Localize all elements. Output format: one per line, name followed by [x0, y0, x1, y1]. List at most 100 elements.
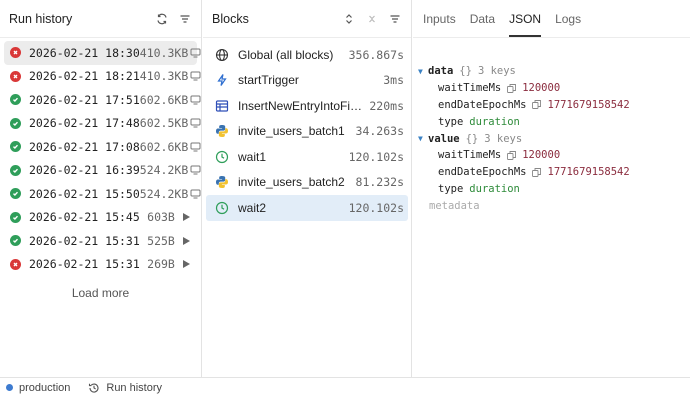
tab-data[interactable]: Data	[470, 12, 495, 37]
block-item[interactable]: startTrigger 3ms	[206, 68, 408, 94]
data-object-row[interactable]: ▼ data {} 3 keys	[418, 63, 690, 80]
tab-inputs[interactable]: Inputs	[423, 12, 456, 37]
history-row[interactable]: 2026-02-21 17:51 602.6KB	[4, 88, 201, 112]
json-key-count: 3 keys	[477, 65, 516, 78]
history-size: 602.5KB	[139, 116, 189, 131]
sort-icon[interactable]	[342, 12, 356, 26]
success-status-icon	[10, 211, 21, 223]
globe-icon	[214, 47, 230, 63]
json-key: value	[428, 132, 460, 145]
block-item[interactable]: Global (all blocks) 356.867s	[206, 42, 408, 68]
json-key-count: 3 keys	[484, 132, 523, 145]
json-field-row: type duration	[418, 113, 690, 130]
environment-dot	[6, 384, 13, 391]
json-value: duration	[469, 182, 520, 195]
history-size: 602.6KB	[139, 139, 189, 154]
run-history-panel: Run history 2026-02-21 18:30 410.3KB 2026-…	[0, 0, 202, 378]
copy-icon[interactable]	[506, 83, 516, 93]
block-item[interactable]: InsertNewEntryIntoFiles... 220ms	[206, 93, 408, 119]
error-status-icon	[10, 258, 21, 270]
monitor-icon[interactable]	[190, 163, 201, 177]
history-row[interactable]: 2026-02-21 17:48 602.5KB	[4, 112, 201, 136]
history-date: 2026-02-21 15:31	[29, 257, 140, 272]
python-icon	[214, 123, 230, 139]
json-key: type	[438, 182, 464, 195]
environment-label[interactable]: production	[19, 382, 70, 394]
history-icon	[88, 382, 100, 394]
history-row[interactable]: 2026-02-21 17:08 602.6KB	[4, 135, 201, 159]
history-row[interactable]: 2026-02-21 15:50 524.2KB	[4, 182, 201, 206]
detail-panel: Inputs Data JSON Logs ▼ data{} 3 keys waitTime…	[413, 0, 690, 378]
block-duration: 34.263s	[355, 124, 404, 139]
run-history-link[interactable]: Run history	[106, 382, 162, 394]
json-value: duration	[469, 115, 520, 128]
block-item[interactable]: invite_users_batch1 34.263s	[206, 119, 408, 145]
blocks-title: Blocks	[212, 11, 249, 26]
play-icon[interactable]	[181, 234, 192, 248]
history-row[interactable]: 2026-02-21 18:21 410.3KB	[4, 65, 201, 89]
monitor-icon[interactable]	[190, 46, 201, 60]
history-row[interactable]: 2026-02-21 15:31 269B	[4, 253, 197, 277]
history-row[interactable]: 2026-02-21 18:30 410.3KB	[4, 41, 201, 65]
history-date: 2026-02-21 18:30	[29, 45, 140, 60]
filter-icon[interactable]	[178, 12, 192, 26]
block-name: invite_users_batch2	[238, 175, 345, 190]
block-item[interactable]: invite_users_batch2 81.232s	[206, 170, 408, 196]
history-date: 2026-02-21 17:51	[29, 92, 140, 107]
block-name: startTrigger	[238, 73, 299, 88]
json-field-row: endDateEpochMs 1771679158542	[418, 164, 690, 181]
run-history-list: 2026-02-21 18:30 410.3KB 2026-02-21 18:21 4…	[0, 38, 201, 276]
monitor-icon[interactable]	[190, 69, 201, 83]
metadata-label[interactable]: metadata	[418, 197, 690, 214]
collapse-icon[interactable]	[365, 12, 379, 26]
block-item[interactable]: wait1 120.102s	[206, 144, 408, 170]
history-size: 603B	[147, 210, 175, 225]
history-row[interactable]: 2026-02-21 15:31 525B	[4, 229, 197, 253]
history-size: 269B	[147, 257, 175, 272]
block-duration: 3ms	[383, 73, 404, 88]
history-date: 2026-02-21 16:39	[29, 163, 140, 178]
history-size: 410.3KB	[139, 45, 189, 60]
run-history-header: Run history	[0, 0, 201, 38]
block-item[interactable]: wait2 120.102s	[206, 195, 408, 221]
blocks-list: Global (all blocks) 356.867s startTrigger 3…	[203, 38, 411, 221]
json-key: data	[428, 65, 454, 78]
monitor-icon[interactable]	[190, 116, 201, 130]
copy-icon[interactable]	[532, 100, 542, 110]
json-key: type	[438, 115, 464, 128]
history-date: 2026-02-21 17:08	[29, 139, 140, 154]
block-name: invite_users_batch1	[238, 124, 345, 139]
json-viewer: ▼ data{} 3 keys waitTimeMs 120000 endDateEpoc…	[413, 38, 690, 214]
copy-icon[interactable]	[506, 150, 516, 160]
load-more-button[interactable]: Load more	[0, 286, 201, 300]
play-icon[interactable]	[181, 257, 192, 271]
json-field-row: type duration	[418, 181, 690, 198]
value-object-row[interactable]: ▼ value {} 3 keys	[418, 130, 690, 147]
success-status-icon	[10, 141, 21, 153]
history-date: 2026-02-21 17:48	[29, 116, 140, 131]
expand-caret-icon[interactable]: ▼	[418, 67, 428, 76]
refresh-icon[interactable]	[155, 12, 169, 26]
history-row[interactable]: 2026-02-21 15:45 603B	[4, 206, 197, 230]
json-value: 1771679158542	[547, 166, 630, 179]
tab-logs[interactable]: Logs	[555, 12, 581, 37]
history-date: 2026-02-21 15:50	[29, 186, 140, 201]
monitor-icon[interactable]	[190, 187, 201, 201]
play-icon[interactable]	[181, 210, 192, 224]
success-status-icon	[10, 235, 21, 247]
bolt-icon	[214, 72, 230, 88]
monitor-icon[interactable]	[190, 140, 201, 154]
block-duration: 81.232s	[355, 175, 404, 190]
error-status-icon	[10, 70, 21, 82]
json-brace: {}	[465, 132, 479, 145]
expand-caret-icon[interactable]: ▼	[418, 134, 428, 143]
json-value: 1771679158542	[547, 98, 630, 111]
json-key: waitTimeMs	[438, 149, 502, 162]
json-value: 120000	[522, 82, 561, 95]
tab-json[interactable]: JSON	[509, 12, 542, 37]
clock-icon	[214, 149, 230, 165]
copy-icon[interactable]	[532, 167, 542, 177]
history-row[interactable]: 2026-02-21 16:39 524.2KB	[4, 159, 201, 183]
filter-icon[interactable]	[388, 12, 402, 26]
monitor-icon[interactable]	[190, 93, 201, 107]
